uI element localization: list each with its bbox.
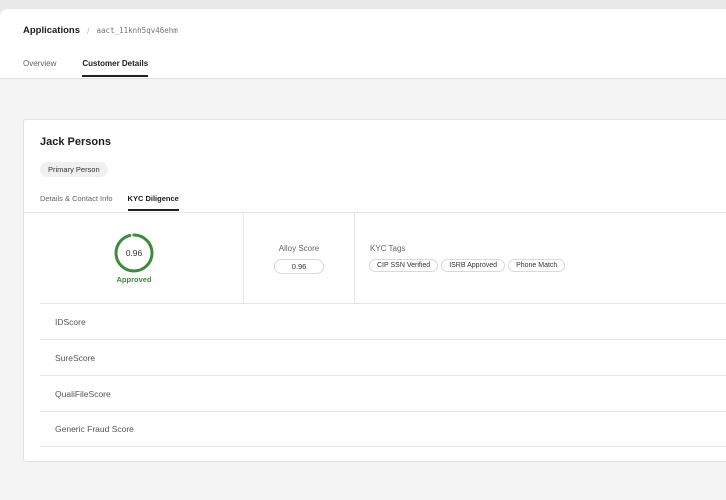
score-row-qualifilescore[interactable]: QualiFileScore bbox=[40, 375, 726, 411]
tab-customer-details[interactable]: Customer Details bbox=[82, 59, 148, 77]
subtab-details-contact[interactable]: Details & Contact Info bbox=[40, 194, 113, 211]
role-badge: Primary Person bbox=[40, 162, 108, 177]
kyc-tag: CIP SSN Verified bbox=[369, 259, 439, 272]
kyc-tag: ISRB Approved bbox=[441, 259, 506, 272]
alloy-score-panel: Alloy Score 0.96 bbox=[244, 213, 355, 303]
kyc-tags-list: CIP SSN Verified ISRB Approved Phone Mat… bbox=[369, 259, 568, 272]
top-bar: Applications / aact_11knh5qv46ehm Overvi… bbox=[0, 9, 726, 79]
alloy-score-label: Alloy Score bbox=[278, 244, 320, 253]
score-status: Approved bbox=[116, 275, 152, 284]
score-panel: 0.96 Approved bbox=[40, 213, 244, 303]
kyc-tags-panel: KYC Tags CIP SSN Verified ISRB Approved … bbox=[355, 213, 726, 303]
person-card: Jack Persons Primary Person Details & Co… bbox=[23, 119, 726, 462]
breadcrumb: Applications / aact_11knh5qv46ehm bbox=[23, 25, 178, 36]
tab-overview[interactable]: Overview bbox=[23, 59, 56, 77]
subtab-kyc-diligence[interactable]: KYC Diligence bbox=[127, 194, 180, 211]
person-name: Jack Persons bbox=[40, 136, 111, 148]
score-row-idscore[interactable]: IDScore bbox=[40, 303, 726, 339]
breadcrumb-applications-link[interactable]: Applications bbox=[23, 25, 80, 36]
kyc-summary: 0.96 Approved Alloy Score 0.96 KYC Tags … bbox=[40, 213, 726, 303]
score-row-generic-fraud-score[interactable]: Generic Fraud Score bbox=[40, 411, 726, 447]
kyc-tag: Phone Match bbox=[508, 259, 566, 272]
score-value: 0.96 bbox=[125, 248, 143, 258]
breadcrumb-application-id: aact_11knh5qv46ehm bbox=[96, 26, 178, 35]
person-subtabs: Details & Contact Info KYC Diligence bbox=[40, 194, 194, 211]
app-window: Applications / aact_11knh5qv46ehm Overvi… bbox=[0, 9, 726, 500]
breadcrumb-separator: / bbox=[87, 25, 90, 36]
main-tabs: Overview Customer Details bbox=[23, 59, 174, 77]
kyc-tags-label: KYC Tags bbox=[370, 244, 406, 253]
score-list: IDScore SureScore QualiFileScore Generic… bbox=[40, 303, 726, 447]
alloy-score-value: 0.96 bbox=[274, 259, 324, 274]
score-row-surescore[interactable]: SureScore bbox=[40, 339, 726, 375]
